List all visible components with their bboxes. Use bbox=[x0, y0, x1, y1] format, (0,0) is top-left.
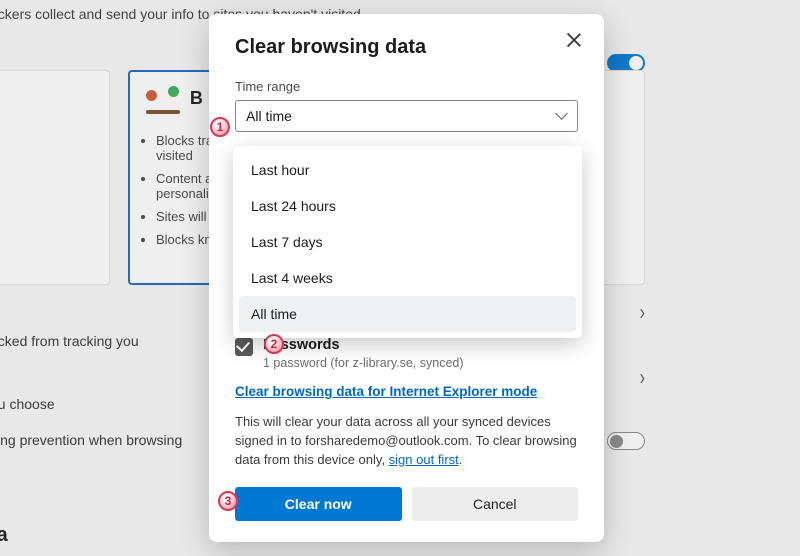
time-range-select[interactable]: All time bbox=[235, 100, 578, 132]
sign-out-link[interactable]: sign out first bbox=[389, 452, 459, 467]
clear-ie-data-link[interactable]: Clear browsing data for Internet Explore… bbox=[235, 384, 537, 399]
clear-browsing-data-dialog: Clear browsing data Time range All time … bbox=[209, 14, 604, 542]
passwords-label: Passwords bbox=[263, 337, 464, 353]
annotation-step-2: 2 bbox=[264, 334, 284, 354]
time-range-option[interactable]: Last 7 days bbox=[239, 224, 576, 260]
close-icon[interactable] bbox=[566, 32, 582, 48]
passwords-subtext: 1 password (for z-library.se, synced) bbox=[263, 356, 464, 370]
passwords-checkbox[interactable] bbox=[235, 338, 253, 356]
time-range-option[interactable]: Last 4 weeks bbox=[239, 260, 576, 296]
time-range-value: All time bbox=[246, 108, 292, 124]
time-range-option[interactable]: Last 24 hours bbox=[239, 188, 576, 224]
time-range-dropdown: Last hour Last 24 hours Last 7 days Last… bbox=[233, 146, 582, 338]
chevron-down-icon bbox=[557, 113, 567, 123]
time-range-option-selected[interactable]: All time bbox=[239, 296, 576, 332]
time-range-label: Time range bbox=[235, 79, 578, 94]
time-range-option[interactable]: Last hour bbox=[239, 152, 576, 188]
cancel-button[interactable]: Cancel bbox=[412, 487, 579, 521]
annotation-step-1: 1 bbox=[210, 117, 230, 137]
dialog-title: Clear browsing data bbox=[235, 36, 578, 59]
annotation-step-3: 3 bbox=[218, 491, 238, 511]
sync-warning-text: This will clear your data across all you… bbox=[235, 413, 578, 470]
clear-now-button[interactable]: Clear now bbox=[235, 487, 402, 521]
